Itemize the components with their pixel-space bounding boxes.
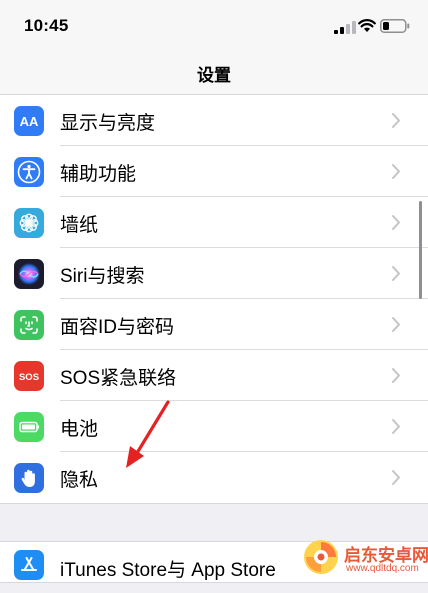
wifi-icon	[358, 19, 376, 32]
chevron-right-icon	[392, 266, 400, 281]
wallpaper-flower-icon	[14, 208, 44, 238]
settings-row-label: Siri与搜索	[60, 266, 145, 287]
settings-row-privacy[interactable]: 隐私	[0, 452, 428, 503]
settings-row-accessibility[interactable]: 辅助功能	[0, 146, 428, 197]
face-id-icon	[14, 310, 44, 340]
battery-status-icon	[380, 19, 410, 33]
settings-row-wallpaper[interactable]: 墙纸	[0, 197, 428, 248]
sos-icon-text: SOS	[19, 372, 39, 383]
privacy-hand-icon	[14, 463, 44, 493]
settings-row-emergency-sos[interactable]: SOS SOS紧急联络	[0, 350, 428, 401]
chevron-right-icon	[392, 164, 400, 179]
status-bar: 10:45	[0, 0, 428, 52]
chevron-right-icon	[392, 470, 400, 485]
red-annotation-arrow	[126, 400, 170, 468]
chevron-right-icon	[392, 317, 400, 332]
settings-row-label: 墙纸	[60, 215, 99, 236]
scroll-indicator[interactable]	[419, 201, 422, 299]
status-time: 10:45	[24, 16, 69, 35]
app-store-icon	[14, 550, 44, 580]
settings-row-label: 显示与亮度	[60, 113, 156, 134]
settings-row-battery[interactable]: 电池	[0, 401, 428, 452]
settings-group: AA 显示与亮度 辅助功能 墙纸 Siri与搜索 面容ID与密码 SOS SOS…	[0, 94, 428, 504]
chevron-right-icon	[392, 419, 400, 434]
watermark: 启东安卓网 www.qdltdq.com	[298, 536, 428, 579]
battery-icon	[14, 412, 44, 442]
cellular-signal-icon	[334, 21, 356, 34]
settings-row-label: 隐私	[60, 470, 99, 491]
watermark-url: www.qdltdq.com	[346, 563, 419, 574]
settings-row-label: iTunes Store与 App Store	[60, 560, 276, 581]
settings-row-label: 面容ID与密码	[60, 317, 175, 338]
settings-row-label: 电池	[60, 419, 99, 440]
display-brightness-icon-text: AA	[20, 114, 39, 129]
chevron-right-icon	[392, 368, 400, 383]
watermark-logo-icon	[304, 540, 338, 574]
sos-icon: SOS	[14, 361, 44, 391]
page-title: 设置	[197, 66, 231, 85]
display-brightness-icon: AA	[14, 106, 44, 136]
settings-row-label: 辅助功能	[60, 164, 137, 185]
chevron-right-icon	[392, 113, 400, 128]
navigation-bar: 设置	[0, 52, 428, 95]
siri-icon	[14, 259, 44, 289]
settings-row-display-brightness[interactable]: AA 显示与亮度	[0, 95, 428, 146]
accessibility-icon	[14, 157, 44, 187]
settings-row-face-id-passcode[interactable]: 面容ID与密码	[0, 299, 428, 350]
chevron-right-icon	[392, 215, 400, 230]
settings-row-siri-search[interactable]: Siri与搜索	[0, 248, 428, 299]
settings-row-label: SOS紧急联络	[60, 368, 177, 389]
